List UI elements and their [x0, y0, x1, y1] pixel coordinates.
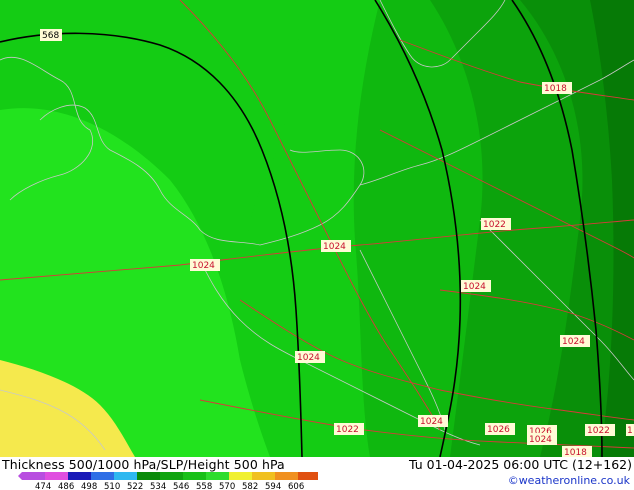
pressure-label: 1018 [564, 448, 587, 457]
legend-tick-label: 522 [127, 482, 143, 490]
legend-swatch [252, 472, 275, 480]
legend-swatch [298, 472, 318, 480]
pressure-label: 1024 [562, 337, 585, 347]
pressure-label: 1022 [483, 220, 506, 230]
legend-swatch [137, 472, 160, 480]
legend-tick-label: 486 [58, 482, 74, 490]
legend-swatch [68, 472, 91, 480]
thickness-map: 568 1018 1022 1024 1024 1024 1024 1024 1… [0, 0, 634, 457]
legend-tick-label: 570 [219, 482, 235, 490]
legend-swatch [45, 472, 68, 480]
map-footer: Thickness 500/1000 hPa/SLP/Height 500 hP… [0, 457, 634, 490]
legend-tick-label: 534 [150, 482, 166, 490]
legend-tick-label: 558 [196, 482, 212, 490]
pressure-label: 1022 [336, 425, 359, 435]
height-label-568-group: 568 [40, 29, 62, 41]
pressure-label: 1022 [587, 426, 610, 436]
pressure-label: 1 [627, 426, 633, 436]
pressure-label: 1024 [529, 435, 552, 445]
legend-tick-label: 582 [242, 482, 258, 490]
pressure-label: 1024 [323, 242, 346, 252]
legend-tick-label: 498 [81, 482, 97, 490]
legend-tick-label: 510 [104, 482, 120, 490]
legend-tick-label: 474 [35, 482, 51, 490]
legend-arrow-left [18, 472, 22, 480]
legend-swatch [206, 472, 229, 480]
legend-swatch [22, 472, 45, 480]
legend-swatch [114, 472, 137, 480]
pressure-label: 1024 [420, 417, 443, 427]
legend-swatch [160, 472, 183, 480]
color-legend: 474 486 498 510 522 534 546 558 570 582 594 606 [18, 472, 318, 490]
legend-swatch [91, 472, 114, 480]
map-datetime: Tu 01-04-2025 06:00 UTC (12+162) [409, 457, 632, 472]
legend-tick-label: 606 [288, 482, 304, 490]
height-label-568: 568 [42, 31, 59, 41]
legend-tick-label: 546 [173, 482, 189, 490]
legend-swatch [183, 472, 206, 480]
legend-swatch [229, 472, 252, 480]
pressure-label: 1024 [192, 261, 215, 271]
credit-link[interactable]: ©weatheronline.co.uk [508, 474, 630, 487]
pressure-label: 1024 [463, 282, 486, 292]
weather-map-figure: 568 1018 1022 1024 1024 1024 1024 1024 1… [0, 0, 634, 490]
pressure-label: 1018 [544, 84, 567, 94]
pressure-label: 1026 [487, 425, 510, 435]
map-title: Thickness 500/1000 hPa/SLP/Height 500 hP… [2, 457, 285, 472]
legend-swatch [275, 472, 298, 480]
legend-tick-label: 594 [265, 482, 281, 490]
pressure-label: 1024 [297, 353, 320, 363]
